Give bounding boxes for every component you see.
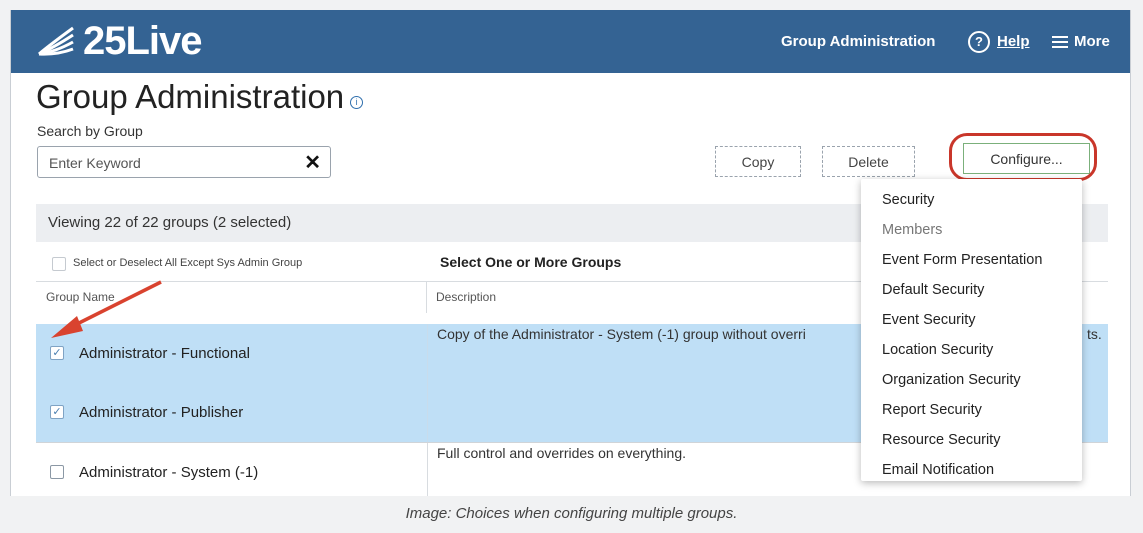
- row-checkbox[interactable]: ✓: [50, 405, 64, 419]
- configure-dropdown-menu: Security Members Event Form Presentation…: [861, 179, 1082, 481]
- app-logo[interactable]: 25Live: [37, 18, 203, 63]
- nav-help[interactable]: ? Help: [968, 10, 1030, 73]
- info-icon[interactable]: i: [350, 95, 364, 109]
- group-description: Full control and overrides on everything…: [437, 445, 687, 461]
- logo-waves-icon: [38, 26, 74, 56]
- column-header-group-name[interactable]: Group Name: [36, 282, 427, 313]
- column-divider: [427, 443, 428, 496]
- menu-item-report-security[interactable]: Report Security: [882, 402, 982, 418]
- select-groups-heading: Select One or More Groups: [440, 254, 622, 270]
- nav-group-administration[interactable]: Group Administration: [781, 10, 935, 73]
- column-header-description[interactable]: Description: [427, 282, 496, 313]
- configure-button[interactable]: Configure...: [963, 143, 1090, 174]
- column-divider: [427, 383, 428, 442]
- select-all-checkbox[interactable]: [52, 257, 66, 271]
- nav-more[interactable]: More: [1052, 10, 1110, 73]
- hamburger-menu-icon: [1052, 33, 1068, 51]
- menu-item-members: Members: [882, 222, 943, 238]
- column-divider: [427, 324, 428, 383]
- page-title-text: Group Administration: [36, 78, 345, 115]
- select-all-label[interactable]: Select or Deselect All Except Sys Admin …: [73, 257, 302, 269]
- menu-item-location-security[interactable]: Location Security: [882, 342, 993, 358]
- help-label: Help: [997, 33, 1030, 50]
- copy-button[interactable]: Copy: [715, 146, 801, 177]
- group-name: Administrator - System (-1): [79, 464, 259, 481]
- menu-item-event-security[interactable]: Event Security: [882, 312, 976, 328]
- help-icon: ?: [968, 30, 990, 53]
- menu-item-default-security[interactable]: Default Security: [882, 282, 984, 298]
- group-description-tail: ts.: [1087, 326, 1102, 342]
- row-checkbox[interactable]: [50, 465, 64, 479]
- clear-search-icon[interactable]: ✕: [304, 150, 321, 175]
- top-navigation-bar: 25Live Group Administration ? Help More: [11, 10, 1130, 73]
- search-label: Search by Group: [37, 123, 143, 139]
- menu-item-email-notification[interactable]: Email Notification: [882, 462, 994, 478]
- row-checkbox[interactable]: ✓: [50, 346, 64, 360]
- menu-item-resource-security[interactable]: Resource Security: [882, 432, 1000, 448]
- more-label: More: [1074, 33, 1110, 50]
- delete-button[interactable]: Delete: [822, 146, 915, 177]
- menu-item-event-form-presentation[interactable]: Event Form Presentation: [882, 252, 1042, 268]
- image-caption: Image: Choices when configuring multiple…: [405, 505, 738, 522]
- group-description: Copy of the Administrator - System (-1) …: [437, 326, 806, 342]
- menu-item-security[interactable]: Security: [882, 192, 934, 208]
- viewing-count-text: Viewing 22 of 22 groups (2 selected): [48, 214, 292, 231]
- page-title: Group Administration i: [36, 78, 364, 116]
- menu-item-organization-security[interactable]: Organization Security: [882, 372, 1021, 388]
- group-name: Administrator - Publisher: [79, 404, 244, 421]
- app-window: 25Live Group Administration ? Help More …: [10, 10, 1131, 496]
- search-box: ✕: [37, 146, 331, 178]
- search-input[interactable]: [47, 154, 301, 172]
- group-name: Administrator - Functional: [79, 345, 250, 362]
- logo-text: 25Live: [83, 18, 203, 63]
